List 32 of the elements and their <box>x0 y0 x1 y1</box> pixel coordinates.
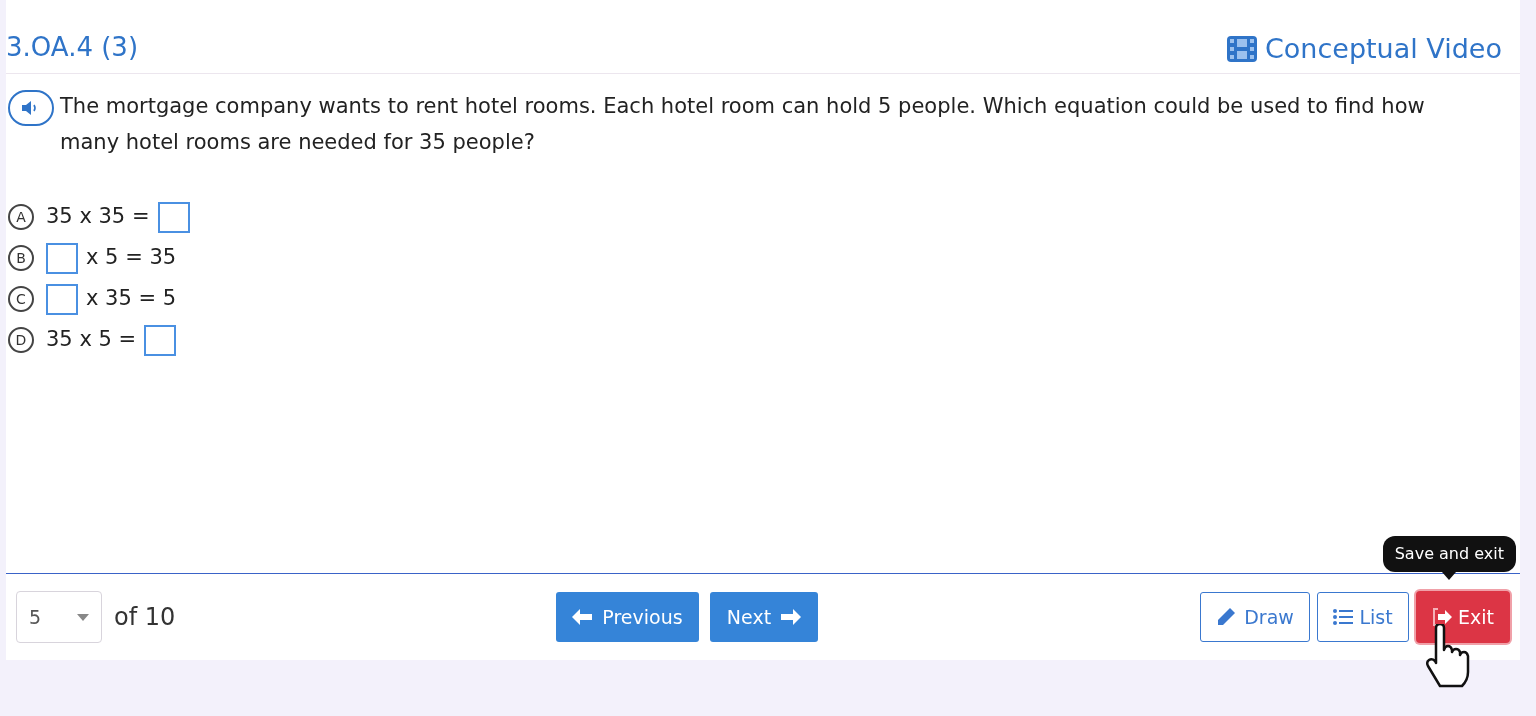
pencil-icon <box>1216 607 1237 627</box>
tooltip-pointer <box>1442 572 1457 580</box>
equation-text: 35 x 35 = <box>46 203 150 231</box>
equation-text: 35 x 5 = <box>46 326 137 354</box>
next-button[interactable]: Next <box>710 592 818 642</box>
option-letter[interactable]: B <box>8 245 34 271</box>
draw-button[interactable]: Draw <box>1200 592 1310 642</box>
answer-box <box>157 201 190 233</box>
equation-text: x 5 = 35 <box>86 244 177 272</box>
answer-box <box>46 283 78 315</box>
option-letter[interactable]: A <box>8 204 34 230</box>
equation-text: x 35 = 5 <box>86 285 177 313</box>
page-select[interactable]: 5 <box>16 591 102 643</box>
page-total: of 10 <box>114 602 176 633</box>
tooltip: Save and exit <box>1382 536 1516 580</box>
caret-icon <box>77 613 89 621</box>
question-text: The mortgage company wants to rent hotel rooms. Each hotel room can hold 5 people. Which equation could be used to find how many hotel rooms are needed for 35 people? <box>60 93 1426 156</box>
exit-icon <box>1432 608 1452 626</box>
audio-button[interactable] <box>8 90 54 126</box>
list-icon <box>1333 609 1354 625</box>
option-letter[interactable]: C <box>8 286 34 312</box>
film-icon <box>1226 35 1257 62</box>
answer-box <box>46 242 78 274</box>
right-arrow-icon <box>781 609 802 625</box>
previous-button[interactable]: Previous <box>556 592 699 642</box>
left-arrow-icon <box>572 609 593 625</box>
answer-box <box>144 324 177 356</box>
list-button[interactable]: List <box>1317 592 1409 642</box>
standard-code: 3.OA.4 (3) <box>6 31 139 64</box>
exit-button[interactable]: Exit <box>1416 591 1510 643</box>
conceptual-video-link[interactable]: Conceptual Video <box>1226 28 1502 69</box>
option-letter[interactable]: D <box>8 327 34 353</box>
